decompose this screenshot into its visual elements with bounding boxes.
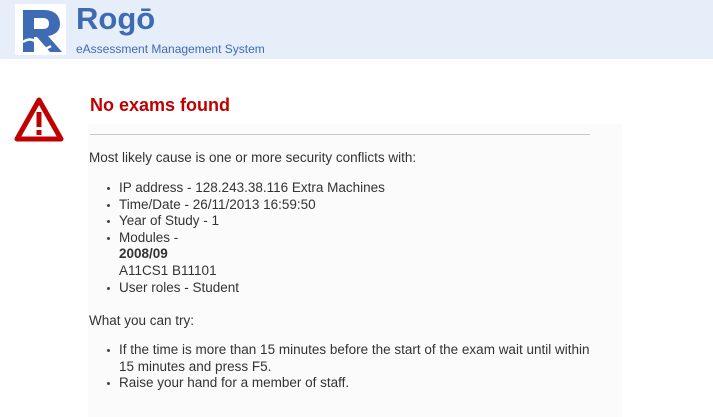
security-conflicts-list: IP address - 128.243.38.116 Extra Machin… xyxy=(107,180,385,296)
conflict-roles: User roles - Student xyxy=(107,280,385,297)
suggestion-wait-cont: 15 minutes and press F5. xyxy=(119,358,272,374)
error-title: No exams found xyxy=(90,95,231,115)
right-margin xyxy=(622,124,713,417)
conflict-year: Year of Study - 1 xyxy=(107,213,385,230)
try-heading: What you can try: xyxy=(89,313,195,328)
suggestion-raise-hand: Raise your hand for a member of staff. xyxy=(107,375,589,392)
rogo-logo-icon xyxy=(15,4,66,55)
conflict-time: Time/Date - 26/11/2013 16:59:50 xyxy=(107,197,385,214)
divider xyxy=(90,134,590,135)
suggestion-wait: If the time is more than 15 minutes befo… xyxy=(107,342,589,359)
conflict-modules: Modules - xyxy=(107,230,385,247)
suggestions-list: If the time is more than 15 minutes befo… xyxy=(107,342,589,392)
rogo-logo xyxy=(15,4,66,55)
modules-codes: A11CS1 B11101 xyxy=(119,262,217,278)
brand-subtitle: eAssessment Management System xyxy=(76,42,265,56)
warning-triangle-icon xyxy=(14,97,64,142)
modules-year: 2008/09 xyxy=(119,246,168,262)
brand-title: Rogō xyxy=(76,1,156,36)
conflict-ip: IP address - 128.243.38.116 Extra Machin… xyxy=(107,180,385,197)
conflicts-intro: Most likely cause is one or more securit… xyxy=(89,150,417,165)
app-header: Rogō eAssessment Management System xyxy=(0,0,713,59)
